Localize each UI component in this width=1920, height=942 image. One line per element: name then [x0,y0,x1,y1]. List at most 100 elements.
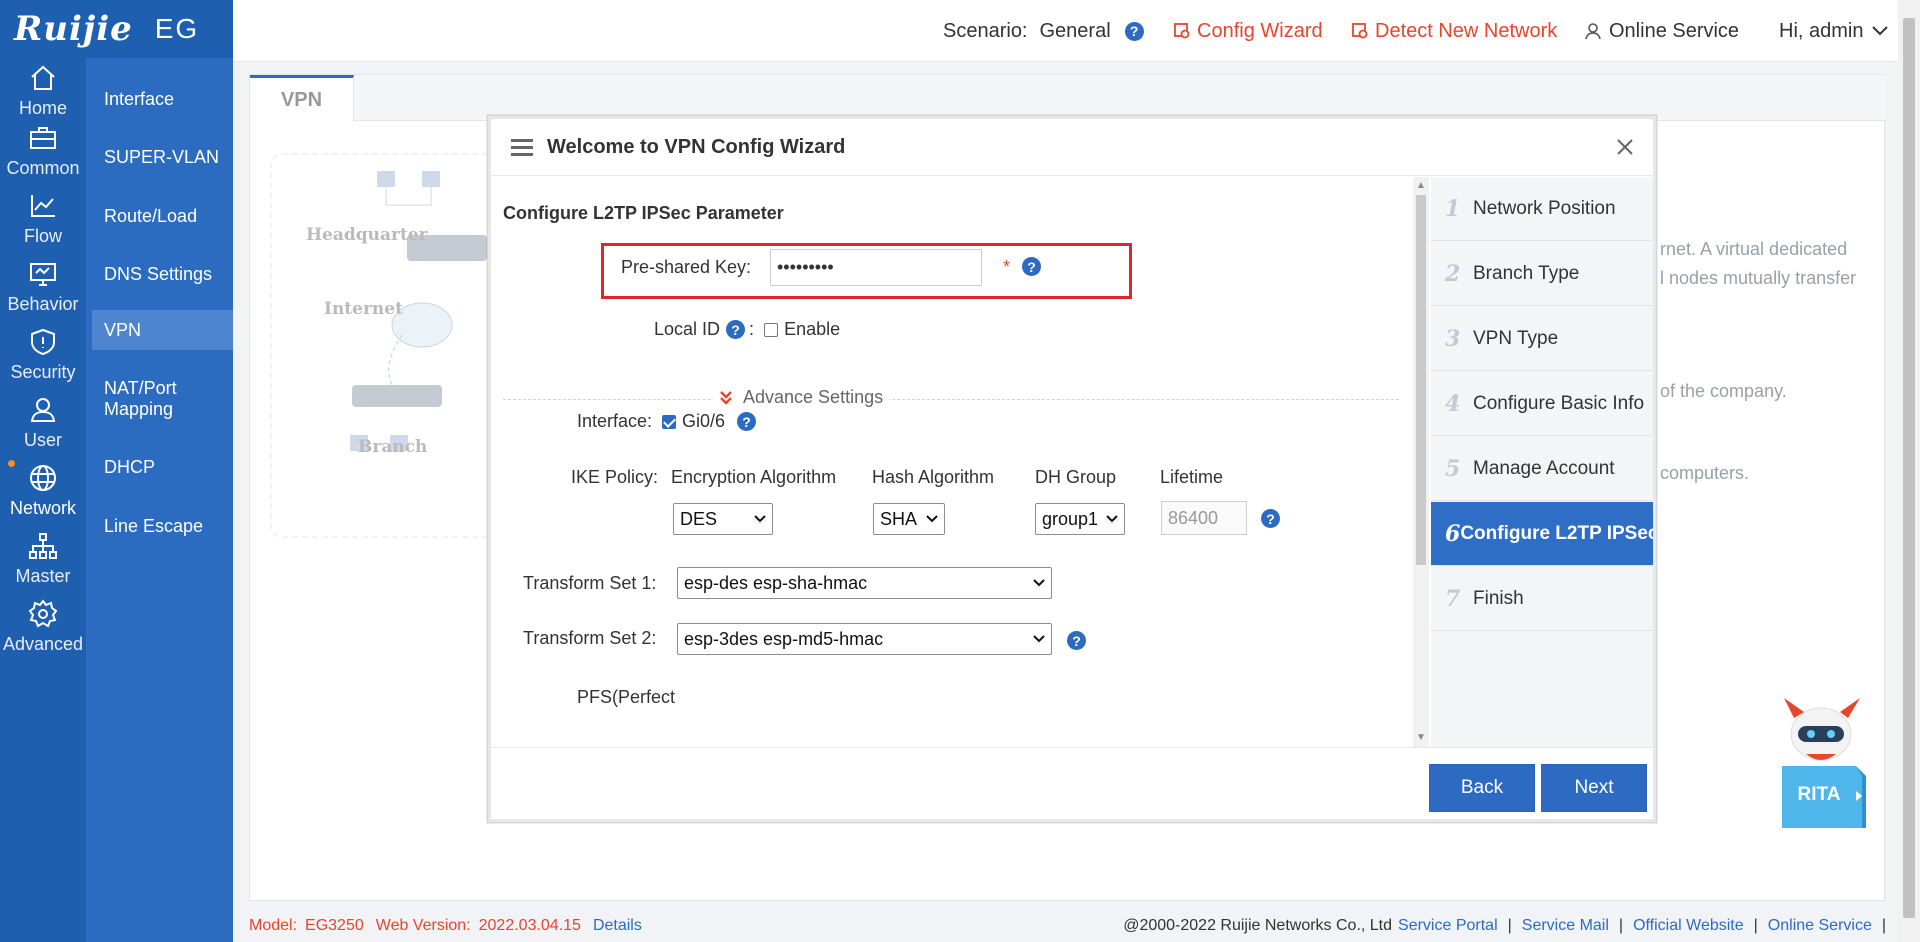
submenu-item-interface[interactable]: Interface [92,84,233,114]
pfs-label: PFS(Perfect [577,687,676,707]
official-website-link[interactable]: Official Website [1633,917,1744,935]
close-icon[interactable] [1615,137,1635,157]
rail-label: User [23,430,62,450]
submenu-item-dns-settings[interactable]: DNS Settings [92,259,233,289]
page-scrollbar[interactable] [1898,0,1920,942]
select-value: esp-des esp-sha-hmac [684,572,868,593]
double-chevron-down-icon [720,390,732,405]
step-label: Finish [1473,587,1524,609]
advance-settings-label: Advance Settings [743,387,884,407]
submenu-item-line-escape[interactable]: Line Escape [92,511,233,541]
section-title: Configure L2TP IPSec Parameter [503,203,784,223]
rita-assistant[interactable]: RITA [1776,696,1870,831]
rail-label: Security [10,362,76,382]
step-number: 5 [1445,455,1461,482]
lifetime-input[interactable]: 86400 [1161,501,1247,535]
detect-network-label: Detect New Network [1375,19,1558,42]
step-branch-type[interactable]: 2 Branch Type [1431,242,1653,306]
scroll-thumb[interactable] [1416,195,1426,565]
step-label: Branch Type [1473,262,1580,284]
step-network-position[interactable]: 1 Network Position [1431,177,1653,241]
step-configure-basic-info[interactable]: 4 Configure Basic Info [1431,372,1653,436]
submenu-label: SUPER-VLAN [104,146,220,167]
form-scrollbar[interactable]: ▲ ▼ [1413,177,1429,747]
top-bar: Scenario: General ? Config Wizard Detect… [233,0,1898,62]
label-internet: Internet [324,299,403,319]
chevron-down-icon [926,515,938,523]
submenu-label: VPN [104,319,142,340]
submenu-item-nat-port-mapping[interactable]: NAT/Port Mapping [92,376,212,422]
rail-label: Advanced [2,634,84,654]
rail-label: Network [9,498,76,518]
dialog-header: Welcome to VPN Config Wizard [491,119,1653,176]
user-menu[interactable]: Hi, admin [1779,0,1889,62]
psk-value: ••••••••• [777,257,834,277]
local-id-enable-checkbox[interactable] [764,322,779,337]
shield-icon [31,328,55,356]
required-marker: * [1003,257,1011,277]
back-button[interactable]: Back [1429,764,1535,812]
online-service-footer-link[interactable]: Online Service [1768,917,1872,935]
step-finish[interactable]: 7 Finish [1431,567,1653,631]
submenu-label: Interface [104,88,175,109]
home-icon [31,65,55,90]
step-configure-l2tp-ipsec[interactable]: 6 Configure L2TP IPSec [1431,502,1653,566]
hash-algorithm-select[interactable]: SHA [873,503,945,535]
dh-group-label: DH Group [1035,467,1117,487]
rail-item-advanced[interactable]: Advanced [0,598,86,678]
online-service-link[interactable]: Online Service [1583,0,1739,62]
select-value: group1 [1042,508,1099,529]
chevron-down-icon [754,515,766,523]
web-version-value: 2022.03.04.15 [478,917,581,934]
step-number: 2 [1445,260,1461,287]
submenu-item-super-vlan[interactable]: SUPER-VLAN [92,142,233,172]
globe-icon [30,465,56,491]
transform-set-2-select[interactable]: esp-3des esp-md5-hmac [677,623,1052,655]
detect-network-link[interactable]: Detect New Network [1351,0,1557,62]
dh-group-select[interactable]: group1 [1035,503,1125,535]
help-icon[interactable]: ? [1124,21,1144,41]
rail-label: Master [15,566,71,586]
local-id-help-icon[interactable]: ? [726,320,746,339]
psk-help-icon[interactable]: ? [1022,257,1041,276]
scroll-up-arrow[interactable]: ▲ [1416,181,1426,191]
transform-set-1-select[interactable]: esp-des esp-sha-hmac [677,567,1052,599]
step-label: VPN Type [1473,327,1559,349]
page-scroll-thumb[interactable] [1903,18,1915,918]
product-name: EG [154,13,200,44]
submenu-item-vpn[interactable]: VPN [92,310,233,350]
details-link[interactable]: Details [593,917,642,935]
vpn-topology-diagram: Headquarter Internet Branch [270,153,495,538]
monitor-icon [30,263,56,286]
select-value: esp-3des esp-md5-hmac [684,628,884,649]
tab-vpn[interactable]: VPN [250,75,354,122]
interface-help-icon[interactable]: ? [737,412,757,431]
web-version-label: Web Version: [375,917,471,934]
submenu-item-dhcp[interactable]: DHCP [92,452,233,482]
scenario-selector[interactable]: Scenario: General ? [943,0,1144,62]
wizard-form: Configure L2TP IPSec Parameter Pre-share… [491,177,1413,747]
submenu-item-route-load[interactable]: Route/Load [92,201,233,231]
scroll-down-arrow[interactable]: ▼ [1416,733,1426,743]
step-manage-account[interactable]: 5 Manage Account [1431,437,1653,501]
advance-settings-toggle[interactable]: Advance Settings [713,387,890,408]
transform-set-1-label: Transform Set 1: [523,573,657,593]
submenu-label: Route/Load [104,205,198,226]
notification-dot [8,460,15,467]
service-portal-link[interactable]: Service Portal [1398,917,1498,935]
rail-label: Home [18,98,67,118]
colon: : [749,319,755,339]
lifetime-help-icon[interactable]: ? [1261,509,1280,528]
interface-gi06-checkbox[interactable] [662,414,677,429]
vpn-config-wizard-dialog: Welcome to VPN Config Wizard Configure L… [488,116,1656,822]
rail-label: Common [6,158,80,178]
interface-label: Interface: [577,411,653,431]
next-button[interactable]: Next [1541,764,1647,812]
service-mail-link[interactable]: Service Mail [1522,917,1609,935]
transform-set-help-icon[interactable]: ? [1067,631,1086,650]
step-vpn-type[interactable]: 3 VPN Type [1431,307,1653,371]
pre-shared-key-input[interactable]: ••••••••• [770,249,982,286]
config-wizard-link[interactable]: Config Wizard [1173,0,1323,62]
encryption-algorithm-select[interactable]: DES [673,503,773,535]
psk-label: Pre-shared Key: [621,257,752,277]
